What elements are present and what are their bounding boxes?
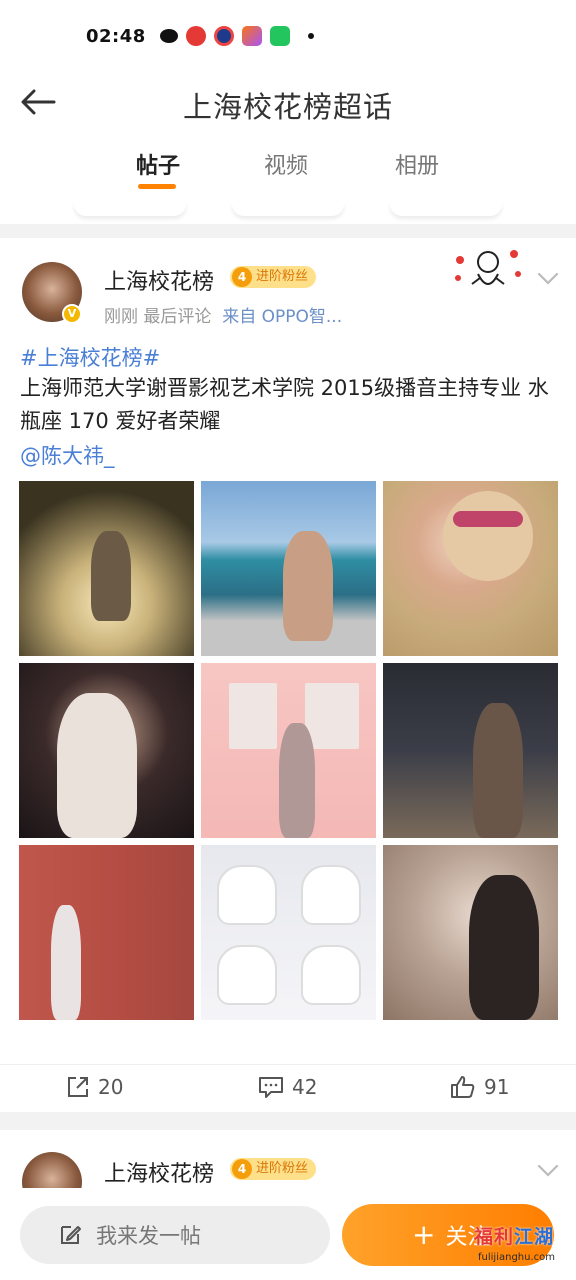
- more-notifications-dot: [307, 33, 314, 39]
- fan-level-number: 4: [232, 267, 252, 287]
- wechat-icon: [159, 29, 178, 43]
- active-tab-indicator: [138, 184, 176, 189]
- tab-decoration: [232, 202, 344, 216]
- watermark-url: fulijianghu.com: [478, 1252, 555, 1263]
- tab-posts[interactable]: 帖子: [136, 148, 180, 180]
- tab-bar: 帖子 视频 相册: [0, 132, 576, 224]
- repost-button[interactable]: 20: [66, 1075, 123, 1099]
- tab-albums[interactable]: 相册: [395, 148, 439, 180]
- chevron-down-icon[interactable]: [536, 268, 560, 288]
- edit-icon: [61, 1226, 81, 1244]
- repost-count: 20: [98, 1075, 124, 1099]
- verified-badge-icon: V: [62, 304, 82, 324]
- post-hashtag[interactable]: #上海校花榜#: [20, 342, 160, 372]
- status-bar: 02:48: [0, 0, 576, 72]
- status-time: 02:48: [86, 25, 146, 47]
- post-mention[interactable]: @陈大祎_: [20, 440, 115, 470]
- top-header: 上海校花榜超话: [0, 72, 576, 132]
- post-time: 刚刚 最后评论: [104, 307, 212, 327]
- app-notification-icon: [213, 26, 234, 46]
- fan-level-label: 进阶粉丝: [256, 1161, 309, 1176]
- post-body: 上海师范大学谢晋影视艺术学院 2015级播音主持专业 水瓶座 170 爱好者荣耀: [20, 376, 549, 433]
- post-photo[interactable]: [383, 845, 558, 1020]
- like-count: 91: [484, 1075, 510, 1099]
- fan-level-badge[interactable]: 4 进阶粉丝: [230, 1158, 317, 1180]
- comment-count: 42: [292, 1075, 318, 1099]
- tab-videos[interactable]: 视频: [264, 148, 308, 180]
- post-card[interactable]: V 上海校花榜 4 进阶粉丝 刚刚 最后评论 来自 OPPO智... #上海校花…: [0, 238, 576, 1112]
- compose-post-button[interactable]: 我来发一帖: [20, 1206, 330, 1264]
- post-source[interactable]: 来自 OPPO智...: [222, 307, 342, 327]
- post-photo[interactable]: [201, 481, 376, 656]
- post-photo[interactable]: [383, 663, 558, 838]
- post-photo[interactable]: [19, 845, 194, 1020]
- post-actions: 20 42 91: [0, 1064, 576, 1108]
- fan-level-badge[interactable]: 4 进阶粉丝: [230, 266, 317, 288]
- post-photo[interactable]: [201, 663, 376, 838]
- status-icons: [159, 26, 314, 46]
- plus-icon: +: [412, 1218, 436, 1251]
- fan-level-number: 4: [232, 1159, 252, 1179]
- compose-placeholder: 我来发一帖: [96, 1224, 201, 1248]
- app-notification-icon: [185, 26, 206, 46]
- decorative-sticker-icon: [455, 250, 521, 285]
- post-username[interactable]: 上海校花榜: [104, 1156, 214, 1188]
- chevron-down-icon[interactable]: [536, 1160, 560, 1180]
- bottom-action-bar: 我来发一帖 + 关注 福利江湖 fulijianghu.com: [0, 1188, 576, 1280]
- comment-icon: [259, 1077, 283, 1098]
- post-meta: 刚刚 最后评论 来自 OPPO智...: [104, 302, 342, 327]
- photo-grid: [19, 481, 558, 1020]
- post-photo[interactable]: [383, 481, 558, 656]
- fan-level-label: 进阶粉丝: [256, 269, 309, 284]
- post-photo[interactable]: [19, 481, 194, 656]
- share-icon: [68, 1077, 88, 1097]
- post-photo[interactable]: [19, 663, 194, 838]
- app-notification-icon: [241, 26, 262, 46]
- thumbs-up-icon: [451, 1076, 475, 1098]
- post-photo[interactable]: [201, 845, 376, 1020]
- tab-decoration: [74, 202, 186, 216]
- like-button[interactable]: 91: [450, 1075, 509, 1099]
- tab-decoration: [390, 202, 502, 216]
- comment-button[interactable]: 42: [258, 1075, 317, 1099]
- watermark-logo: 福利江湖: [474, 1226, 555, 1248]
- message-app-icon: [269, 26, 290, 46]
- post-username[interactable]: 上海校花榜: [104, 264, 214, 296]
- page-title: 上海校花榜超话: [182, 90, 393, 124]
